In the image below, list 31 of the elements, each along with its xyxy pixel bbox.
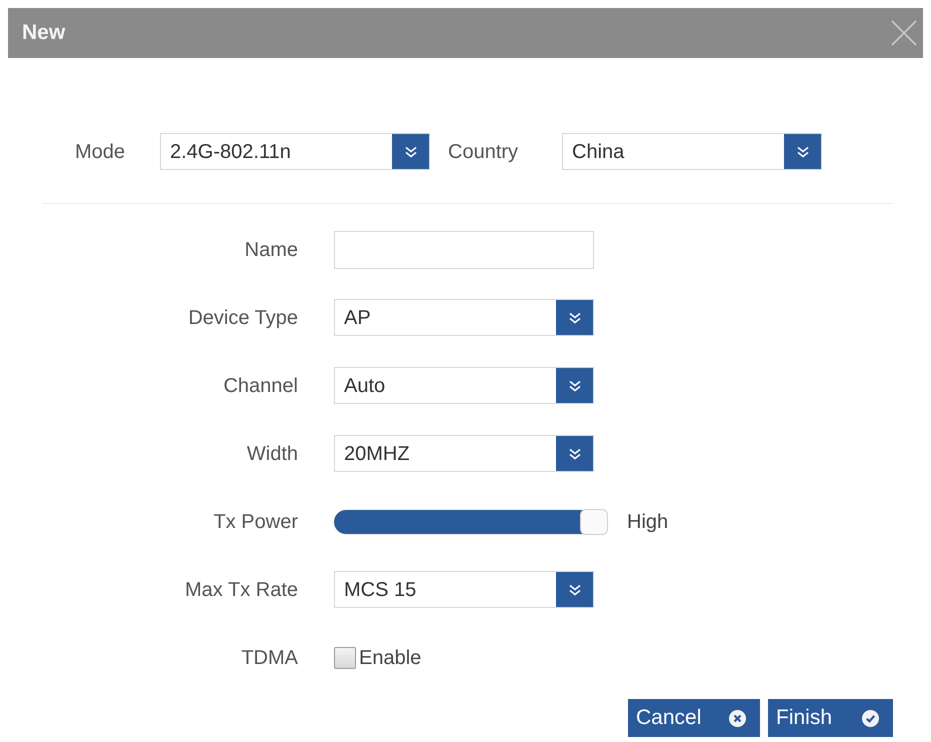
slider-thumb[interactable] <box>580 508 608 534</box>
dropdown-select[interactable]: 2.4G-802.11n <box>160 133 430 170</box>
field-label: Channel <box>222 374 298 398</box>
chevrons-down-icon[interactable] <box>556 300 593 335</box>
field-label: Country <box>448 140 520 164</box>
slider-reading: High <box>627 510 668 534</box>
chevrons-down-icon[interactable] <box>784 134 821 169</box>
enable-checkbox-option[interactable]: Enable <box>334 642 422 672</box>
dropdown-select[interactable]: China <box>562 133 822 170</box>
field-label: Width <box>246 442 298 466</box>
field-label: TDMA <box>240 646 298 670</box>
chevrons-down-icon[interactable] <box>392 134 429 169</box>
field-label: Tx Power <box>212 510 298 534</box>
chevrons-down-icon[interactable] <box>556 572 593 607</box>
dropdown-select[interactable]: AP <box>334 299 594 336</box>
dropdown-select[interactable]: Auto <box>334 367 594 404</box>
checkbox-icon[interactable] <box>334 646 356 668</box>
cancel-button[interactable]: Cancel <box>628 699 760 737</box>
check-circle-icon <box>862 710 879 726</box>
dropdown-select[interactable]: MCS 15 <box>334 571 594 608</box>
chevrons-down-icon[interactable] <box>556 368 593 403</box>
chevrons-down-icon[interactable] <box>556 436 593 471</box>
finish-button[interactable]: Finish <box>768 699 893 737</box>
field-label: Name <box>244 238 298 262</box>
field-label: Device Type <box>187 306 298 330</box>
dropdown-select[interactable]: 20MHZ <box>334 435 594 472</box>
close-circle-icon <box>729 710 746 726</box>
field-label: Mode <box>75 140 126 164</box>
field-label: Max Tx Rate <box>184 578 298 602</box>
dialog-title: New <box>22 20 66 46</box>
name-input-field[interactable] <box>334 230 594 268</box>
